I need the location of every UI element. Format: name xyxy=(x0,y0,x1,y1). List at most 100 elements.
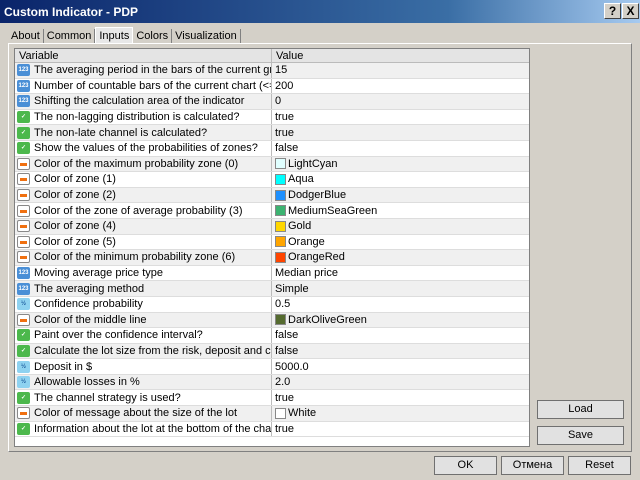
table-row[interactable]: Color of the minimum probability zone (6… xyxy=(15,250,529,266)
value-cell[interactable]: Simple xyxy=(272,283,309,295)
value-cell[interactable]: Orange xyxy=(272,236,325,248)
variable-name: Color of the minimum probability zone (6… xyxy=(34,251,236,264)
table-row[interactable]: 123 Number of countable bars of the curre… xyxy=(15,78,529,95)
value-text[interactable]: DodgerBlue xyxy=(288,189,346,201)
value-cell[interactable]: LightCyan xyxy=(272,158,338,170)
value-cell[interactable]: true xyxy=(272,111,294,123)
color-icon xyxy=(17,173,30,186)
value-cell[interactable]: Aqua xyxy=(272,173,314,185)
value-cell[interactable]: 15 xyxy=(272,64,287,76)
value-cell[interactable]: false xyxy=(272,345,298,357)
table-row[interactable]: 123 Moving average price type Median price xyxy=(15,265,529,282)
value-text[interactable]: DarkOliveGreen xyxy=(288,314,367,326)
variable-cell: ½ Deposit in $ xyxy=(15,359,272,374)
bool-icon: ✓ xyxy=(17,126,30,139)
value-text[interactable]: true xyxy=(275,423,294,435)
value-cell[interactable]: 200 xyxy=(272,80,293,92)
table-header: Variable Value xyxy=(15,49,529,63)
color-swatch xyxy=(275,205,286,217)
value-text[interactable]: Simple xyxy=(275,283,309,295)
ok-button[interactable]: OK xyxy=(434,456,497,475)
value-cell[interactable]: false xyxy=(272,142,298,154)
value-cell[interactable]: 0 xyxy=(272,95,281,107)
value-text[interactable]: LightCyan xyxy=(288,158,338,170)
value-text[interactable]: 0.5 xyxy=(275,298,290,310)
variable-cell: 123 The averaging period in the bars of t… xyxy=(15,63,272,78)
reset-button[interactable]: Reset xyxy=(568,456,631,475)
value-text[interactable]: false xyxy=(275,142,298,154)
cancel-button[interactable]: Отмена xyxy=(501,456,564,475)
value-cell[interactable]: false xyxy=(272,329,298,341)
value-text[interactable]: Orange xyxy=(288,236,325,248)
value-cell[interactable]: 0.5 xyxy=(272,298,290,310)
table-row[interactable]: Color of the middle line DarkOliveGreen xyxy=(15,312,529,329)
table-row[interactable]: Color of zone (5) Orange xyxy=(15,234,529,251)
variable-cell: 123 Shifting the calculation area of the … xyxy=(15,94,272,109)
int-icon: 123 xyxy=(17,95,30,108)
tab-common[interactable]: Common xyxy=(44,29,96,44)
table-row[interactable]: Color of zone (1) Aqua xyxy=(15,172,529,188)
color-icon xyxy=(17,313,30,326)
tab-inputs[interactable]: Inputs xyxy=(95,27,134,44)
table-row[interactable]: Color of the maximum probability zone (0… xyxy=(15,156,529,173)
value-text[interactable]: false xyxy=(275,329,298,341)
value-cell[interactable]: true xyxy=(272,127,294,139)
value-text[interactable]: MediumSeaGreen xyxy=(288,205,377,217)
variable-cell: Color of message about the size of the l… xyxy=(15,406,272,421)
variable-name: The non-lagging distribution is calculat… xyxy=(34,111,240,124)
table-row[interactable]: 123 Shifting the calculation area of the … xyxy=(15,94,529,110)
load-button[interactable]: Load xyxy=(537,400,624,419)
variable-name: Calculate the lot size from the risk, de… xyxy=(34,344,271,357)
value-text[interactable]: Gold xyxy=(288,220,311,232)
value-cell[interactable]: Gold xyxy=(272,220,311,232)
value-text[interactable]: Aqua xyxy=(288,173,314,185)
close-button[interactable]: X xyxy=(622,3,639,19)
table-row[interactable]: 123 The averaging method Simple xyxy=(15,281,529,297)
table-row[interactable]: ✓ Paint over the confidence interval? fals… xyxy=(15,328,529,344)
table-row[interactable]: Color of message about the size of the l… xyxy=(15,406,529,422)
value-cell[interactable]: Median price xyxy=(272,267,338,279)
table-row[interactable]: Color of zone (4) Gold xyxy=(15,218,529,235)
table-row[interactable]: ✓ Information about the lot at the bottom… xyxy=(15,421,529,438)
tab-about[interactable]: About xyxy=(8,29,44,44)
value-cell[interactable]: DarkOliveGreen xyxy=(272,314,367,326)
value-text[interactable]: true xyxy=(275,111,294,123)
table-row[interactable]: ½ Confidence probability 0.5 xyxy=(15,296,529,313)
save-button[interactable]: Save xyxy=(537,426,624,445)
value-text[interactable]: 5000.0 xyxy=(275,361,309,373)
value-text[interactable]: 2.0 xyxy=(275,376,290,388)
variable-name: Color of zone (5) xyxy=(34,235,116,248)
table-row[interactable]: Color of the zone of average probability… xyxy=(15,203,529,219)
variable-cell: 123 Moving average price type xyxy=(15,265,272,281)
table-row[interactable]: ✓ The channel strategy is used? true xyxy=(15,390,529,407)
value-cell[interactable]: MediumSeaGreen xyxy=(272,205,377,217)
value-text[interactable]: 15 xyxy=(275,64,287,76)
value-cell[interactable]: OrangeRed xyxy=(272,251,345,263)
value-cell[interactable]: true xyxy=(272,423,294,435)
tab-visualization[interactable]: Visualization xyxy=(172,29,241,44)
table-row[interactable]: ✓ Show the values of the probabilities of… xyxy=(15,140,529,157)
value-cell[interactable]: 5000.0 xyxy=(272,361,309,373)
table-row[interactable]: Color of zone (2) DodgerBlue xyxy=(15,187,529,204)
help-button[interactable]: ? xyxy=(604,3,621,19)
value-cell[interactable]: White xyxy=(272,407,316,419)
color-swatch xyxy=(275,220,286,232)
tab-colors[interactable]: Colors xyxy=(133,29,173,44)
value-cell[interactable]: true xyxy=(272,392,294,404)
value-text[interactable]: true xyxy=(275,392,294,404)
value-cell[interactable]: DodgerBlue xyxy=(272,189,346,201)
table-row[interactable]: ½ Allowable losses in % 2.0 xyxy=(15,374,529,391)
table-row[interactable]: ✓ The non-lagging distribution is calcula… xyxy=(15,109,529,126)
value-text[interactable]: OrangeRed xyxy=(288,251,345,263)
table-row[interactable]: ✓ Calculate the lot size from the risk, d… xyxy=(15,343,529,360)
value-text[interactable]: Median price xyxy=(275,267,338,279)
table-row[interactable]: 123 The averaging period in the bars of t… xyxy=(15,63,529,79)
value-text[interactable]: 0 xyxy=(275,95,281,107)
table-row[interactable]: ✓ The non-late channel is calculated? true xyxy=(15,125,529,141)
value-text[interactable]: White xyxy=(288,407,316,419)
value-cell[interactable]: 2.0 xyxy=(272,376,290,388)
value-text[interactable]: false xyxy=(275,345,298,357)
table-row[interactable]: ½ Deposit in $ 5000.0 xyxy=(15,359,529,375)
value-text[interactable]: 200 xyxy=(275,80,293,92)
value-text[interactable]: true xyxy=(275,127,294,139)
